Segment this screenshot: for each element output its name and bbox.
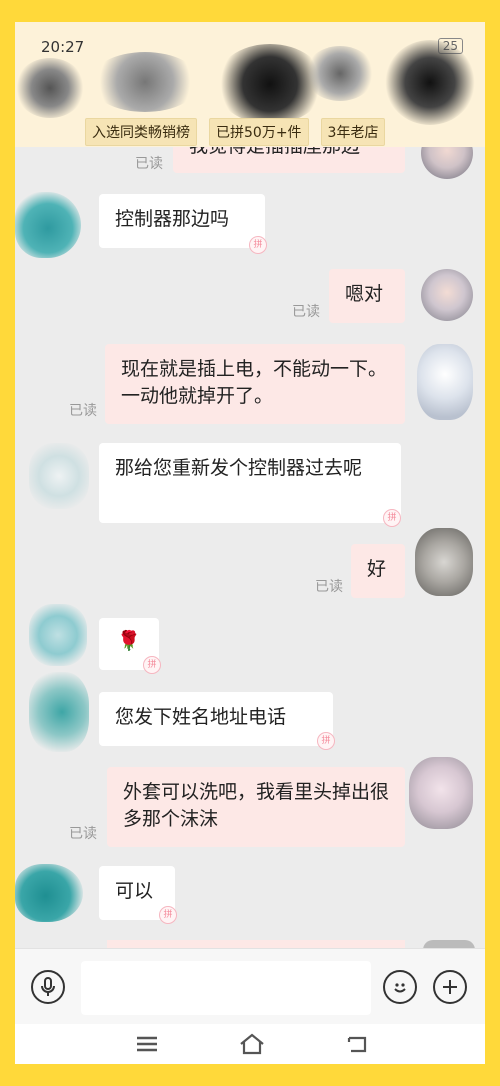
message-bubble[interactable]: 控制器那边吗 xyxy=(99,194,265,248)
redaction-scribble xyxy=(385,40,475,125)
store-tag: 入选同类畅销榜 xyxy=(85,118,197,146)
microphone-icon xyxy=(41,977,55,996)
chat-header: 20:27 25 入选同类畅销榜 已拼50万+件 3年老店 xyxy=(15,22,485,147)
message-bubble[interactable]: 好 xyxy=(351,544,405,598)
read-receipt: 已读 xyxy=(69,826,97,842)
pin-badge-icon: 拼 xyxy=(159,906,177,924)
message-bubble[interactable]: 外套可以洗吧，我看里头掉出很多那个沫沫 xyxy=(107,767,405,847)
avatar[interactable] xyxy=(415,528,473,596)
message-bubble[interactable]: 那给您重新发个控制器过去呢 xyxy=(99,443,401,523)
voice-button[interactable] xyxy=(31,970,65,1004)
chat-screen: 20:27 25 入选同类畅销榜 已拼50万+件 3年老店 已读 我觉得是插插座… xyxy=(15,22,485,1064)
read-receipt: 已读 xyxy=(135,156,163,172)
read-receipt: 已读 xyxy=(292,304,320,320)
avatar[interactable] xyxy=(417,344,473,420)
nav-menu-button[interactable] xyxy=(127,1030,167,1058)
avatar[interactable] xyxy=(15,864,83,922)
emoji-icon xyxy=(394,983,406,993)
read-receipt: 已读 xyxy=(315,579,343,595)
status-time: 20:27 xyxy=(41,38,85,56)
avatar[interactable] xyxy=(29,443,89,509)
redaction-scribble xyxy=(15,58,85,118)
nav-back-button[interactable] xyxy=(337,1030,377,1058)
back-icon xyxy=(347,1036,367,1053)
message-bubble[interactable]: 您发下姓名地址电话 xyxy=(99,692,333,746)
avatar[interactable] xyxy=(29,672,89,752)
message-bubble[interactable]: 现在就是插上电，不能动一下。一动他就掉开了。 xyxy=(105,344,405,424)
plus-icon xyxy=(443,980,457,994)
nav-home-button[interactable] xyxy=(232,1030,272,1058)
input-bar xyxy=(15,948,485,1025)
avatar[interactable] xyxy=(409,757,473,829)
pin-badge-icon: 拼 xyxy=(317,732,335,750)
redaction-scribble xyxy=(90,52,200,112)
redaction-scribble xyxy=(305,46,375,101)
more-button[interactable] xyxy=(433,970,467,1004)
store-tags: 入选同类畅销榜 已拼50万+件 3年老店 xyxy=(85,118,386,146)
store-tag: 3年老店 xyxy=(320,118,386,146)
emoji-button[interactable] xyxy=(383,970,417,1004)
pin-badge-icon: 拼 xyxy=(143,656,161,674)
system-nav-bar xyxy=(15,1024,485,1064)
read-receipt: 已读 xyxy=(69,403,97,419)
avatar[interactable] xyxy=(29,604,87,666)
avatar[interactable] xyxy=(421,269,473,321)
pin-badge-icon: 拼 xyxy=(249,236,267,254)
avatar[interactable] xyxy=(15,192,81,258)
message-bubble[interactable]: 嗯对 xyxy=(329,269,405,323)
home-icon xyxy=(240,1033,264,1055)
message-input[interactable] xyxy=(81,961,371,1015)
pin-badge-icon: 拼 xyxy=(383,509,401,527)
store-tag: 已拼50万+件 xyxy=(209,118,309,146)
menu-icon xyxy=(137,1036,157,1052)
